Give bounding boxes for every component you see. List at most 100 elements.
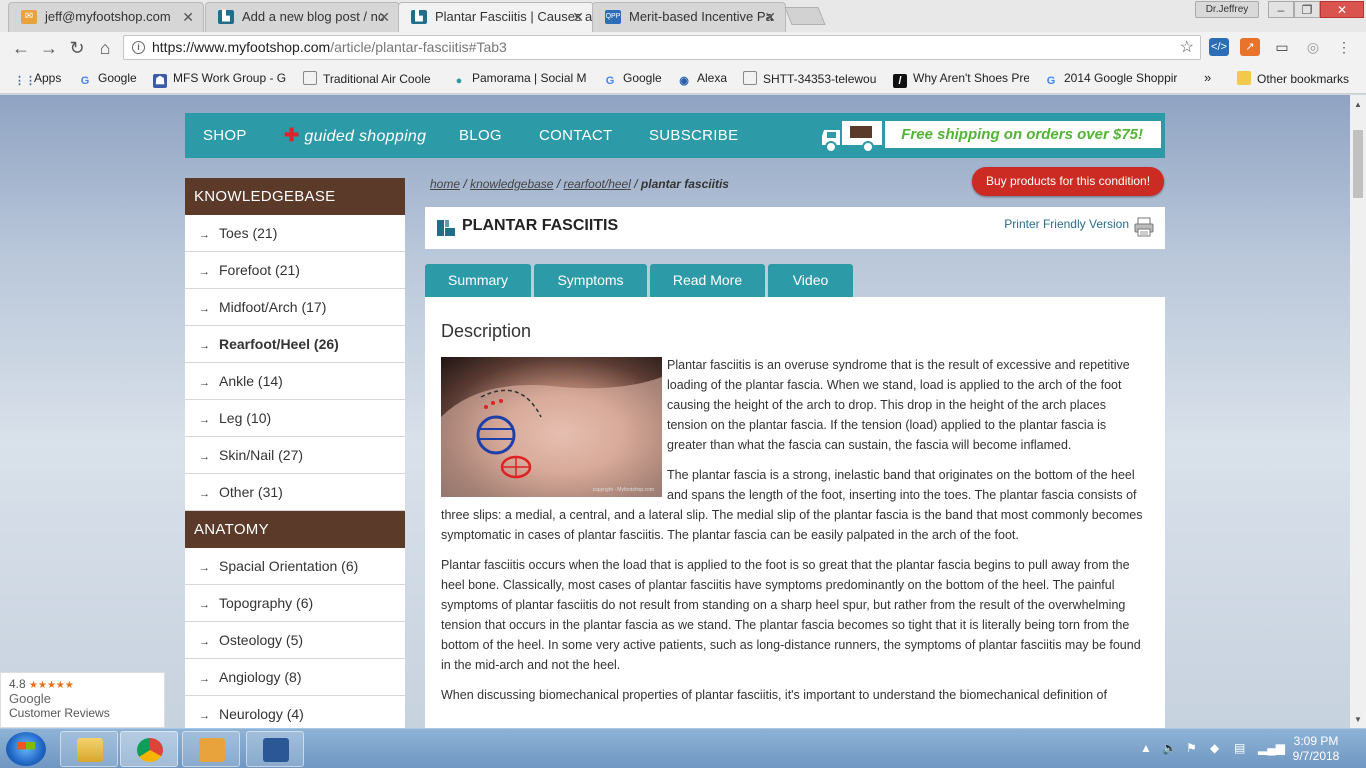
address-bar[interactable]: i https://www.myfootshop.com/article/pla… <box>123 35 1201 60</box>
scrollbar-thumb[interactable] <box>1353 130 1363 198</box>
breadcrumb-home[interactable]: home <box>430 177 460 191</box>
sidebar-item-midfoot[interactable]: → Midfoot/Arch (17) <box>185 289 405 326</box>
home-icon[interactable]: ⌂ <box>94 37 116 59</box>
printer-friendly-link[interactable]: Printer Friendly Version <box>1004 217 1129 231</box>
site-info-icon[interactable]: i <box>132 41 145 54</box>
tab-symptoms[interactable]: Symptoms <box>534 264 647 297</box>
forward-arrow-icon[interactable]: → <box>38 37 60 59</box>
close-window-icon[interactable]: ✕ <box>1320 1 1364 18</box>
volume-icon[interactable]: 🔈 <box>1162 741 1177 755</box>
extension-code-icon[interactable]: </> <box>1209 38 1229 56</box>
sidebar-item-other[interactable]: → Other (31) <box>185 474 405 511</box>
sidebar-item-ankle[interactable]: → Ankle (14) <box>185 363 405 400</box>
foot-photo: copyright - Myfootshop.com <box>441 357 662 497</box>
browser-tab-gmail[interactable]: ✉ jeff@myfootshop.com ✕ <box>8 2 204 32</box>
nav-shop[interactable]: SHOP <box>203 113 247 158</box>
close-icon[interactable]: ✕ <box>764 3 776 31</box>
bookmark-apps[interactable]: ⋮⋮Apps <box>14 71 61 88</box>
nav-subscribe[interactable]: SUBSCRIBE <box>649 113 738 158</box>
bookmark-mfs-work-group[interactable]: ☗ MFS Work Group - G <box>153 71 289 88</box>
taskbar-word[interactable] <box>246 731 304 767</box>
close-icon[interactable]: ✕ <box>378 3 390 31</box>
reload-icon[interactable]: ↻ <box>66 37 88 59</box>
qpp-icon: QPP <box>605 10 621 24</box>
minimize-icon[interactable]: – <box>1268 1 1294 18</box>
browser-tab-plantar-fasciitis[interactable]: ▙ Plantar Fasciitis | Causes a ✕ <box>398 2 594 32</box>
nav-guided-shopping[interactable]: ✚ guided shopping <box>284 113 426 159</box>
close-icon[interactable]: ✕ <box>572 3 584 31</box>
tray-expand-icon[interactable]: ▲ <box>1140 741 1152 755</box>
sidebar-item-toes[interactable]: → Toes (21) <box>185 215 405 252</box>
sidebar-item-topography[interactable]: → Topography (6) <box>185 585 405 622</box>
tab-title: Plantar Fasciitis | Causes a <box>435 9 593 24</box>
bookmark-star-icon[interactable]: ☆ <box>1180 36 1194 59</box>
sidebar-item-forefoot[interactable]: → Forefoot (21) <box>185 252 405 289</box>
url-text[interactable]: https://www.myfootshop.com/article/plant… <box>152 36 507 59</box>
tab-title: Merit-based Incentive Pa <box>629 9 773 24</box>
bookmark-pamorama[interactable]: ● Pamorama | Social M <box>452 71 588 88</box>
tab-title: Add a new blog post / nc <box>242 9 385 24</box>
sidebar-item-rearfoot[interactable]: → Rearfoot/Heel (26) <box>185 326 405 363</box>
page-viewport: SHOP ✚ guided shopping BLOG CONTACT SUBSC… <box>0 95 1350 728</box>
breadcrumb-rearfoot-heel[interactable]: rearfoot/heel <box>564 177 631 191</box>
taskbar-chrome[interactable] <box>120 731 178 767</box>
scroll-up-icon[interactable]: ▲ <box>1354 100 1362 109</box>
bookmark-alexa[interactable]: ◉ Alexa <box>677 71 727 88</box>
taskbar-media-player[interactable] <box>182 731 240 767</box>
free-shipping-banner[interactable]: Free shipping on orders over $75! <box>885 121 1161 148</box>
foot-markings-graphic <box>441 377 662 497</box>
buy-products-button[interactable]: Buy products for this condition! <box>972 167 1164 196</box>
page-scrollbar[interactable]: ▲ ▼ <box>1350 95 1366 728</box>
menu-kebab-icon[interactable]: ⋮ <box>1334 38 1354 56</box>
delivery-truck-icon <box>822 121 882 153</box>
google-icon: G <box>605 75 615 87</box>
bookmark-shtt[interactable]: SHTT-34353-telewou <box>743 71 879 86</box>
sidebar-item-label: Toes (21) <box>219 225 278 241</box>
maximize-icon[interactable]: ❐ <box>1294 1 1320 18</box>
sidebar-item-osteology[interactable]: → Osteology (5) <box>185 622 405 659</box>
scroll-down-icon[interactable]: ▼ <box>1354 715 1362 724</box>
browser-tab-blog[interactable]: ▙ Add a new blog post / nc ✕ <box>205 2 400 32</box>
bookmark-google-shopping[interactable]: G 2014 Google Shoppir <box>1044 71 1180 88</box>
action-center-flag-icon[interactable]: ⚑ <box>1186 741 1197 755</box>
google-icon: G <box>1046 75 1056 87</box>
clipboard-icon[interactable]: ▤ <box>1234 741 1245 755</box>
profile-button[interactable]: Dr.Jeffrey <box>1195 1 1259 18</box>
sidebar-item-angiology[interactable]: → Angiology (8) <box>185 659 405 696</box>
paragraph-4: When discussing biomechanical properties… <box>441 688 1107 702</box>
new-tab-button[interactable] <box>784 7 826 25</box>
back-arrow-icon[interactable]: ← <box>10 37 32 59</box>
cast-icon[interactable]: ▭ <box>1272 38 1292 56</box>
other-bookmarks[interactable]: Other bookmarks <box>1237 71 1349 86</box>
nav-blog[interactable]: BLOG <box>459 113 502 158</box>
bookmark-traditional-air[interactable]: Traditional Air Coole <box>303 71 439 86</box>
browser-tab-qpp[interactable]: QPP Merit-based Incentive Pa ✕ <box>592 2 786 32</box>
printer-icon[interactable] <box>1133 216 1155 238</box>
sidebar-item-leg[interactable]: → Leg (10) <box>185 400 405 437</box>
tab-read-more[interactable]: Read More <box>650 264 765 297</box>
windows-start-icon[interactable] <box>6 732 46 766</box>
nav-contact[interactable]: CONTACT <box>539 113 612 158</box>
sidebar-item-label: Ankle (14) <box>219 373 283 389</box>
breadcrumb-knowledgebase[interactable]: knowledgebase <box>470 177 553 191</box>
extension-disabled-icon[interactable]: ◎ <box>1303 38 1323 56</box>
extension-analytics-icon[interactable]: ↗ <box>1240 38 1260 56</box>
dropbox-icon[interactable]: ◆ <box>1210 741 1219 755</box>
sidebar-item-skin-nail[interactable]: → Skin/Nail (27) <box>185 437 405 474</box>
close-icon[interactable]: ✕ <box>182 3 194 31</box>
section-heading: Description <box>441 321 532 341</box>
google-reviews-badge[interactable]: 4.8 ★★★★★ Google Customer Reviews <box>0 672 165 728</box>
taskbar-explorer[interactable] <box>60 731 118 767</box>
sidebar-item-spacial-orientation[interactable]: → Spacial Orientation (6) <box>185 548 405 585</box>
tab-video[interactable]: Video <box>768 264 853 297</box>
more-bookmarks-chevron[interactable]: » <box>1204 70 1211 85</box>
sidebar-item-neurology[interactable]: → Neurology (4) <box>185 696 405 728</box>
tab-summary[interactable]: Summary <box>425 264 531 297</box>
tab-title: jeff@myfootshop.com <box>45 9 171 24</box>
bookmark-why-arent-shoes[interactable]: / Why Aren't Shoes Pre <box>893 71 1029 88</box>
bookmark-google-2[interactable]: G Google <box>603 71 662 88</box>
network-signal-icon[interactable]: ▂▄▆ <box>1258 741 1285 755</box>
arrow-right-icon: → <box>199 562 210 574</box>
system-clock[interactable]: 3:09 PM 9/7/2018 <box>1286 734 1346 764</box>
bookmark-google[interactable]: G Google <box>78 71 137 88</box>
